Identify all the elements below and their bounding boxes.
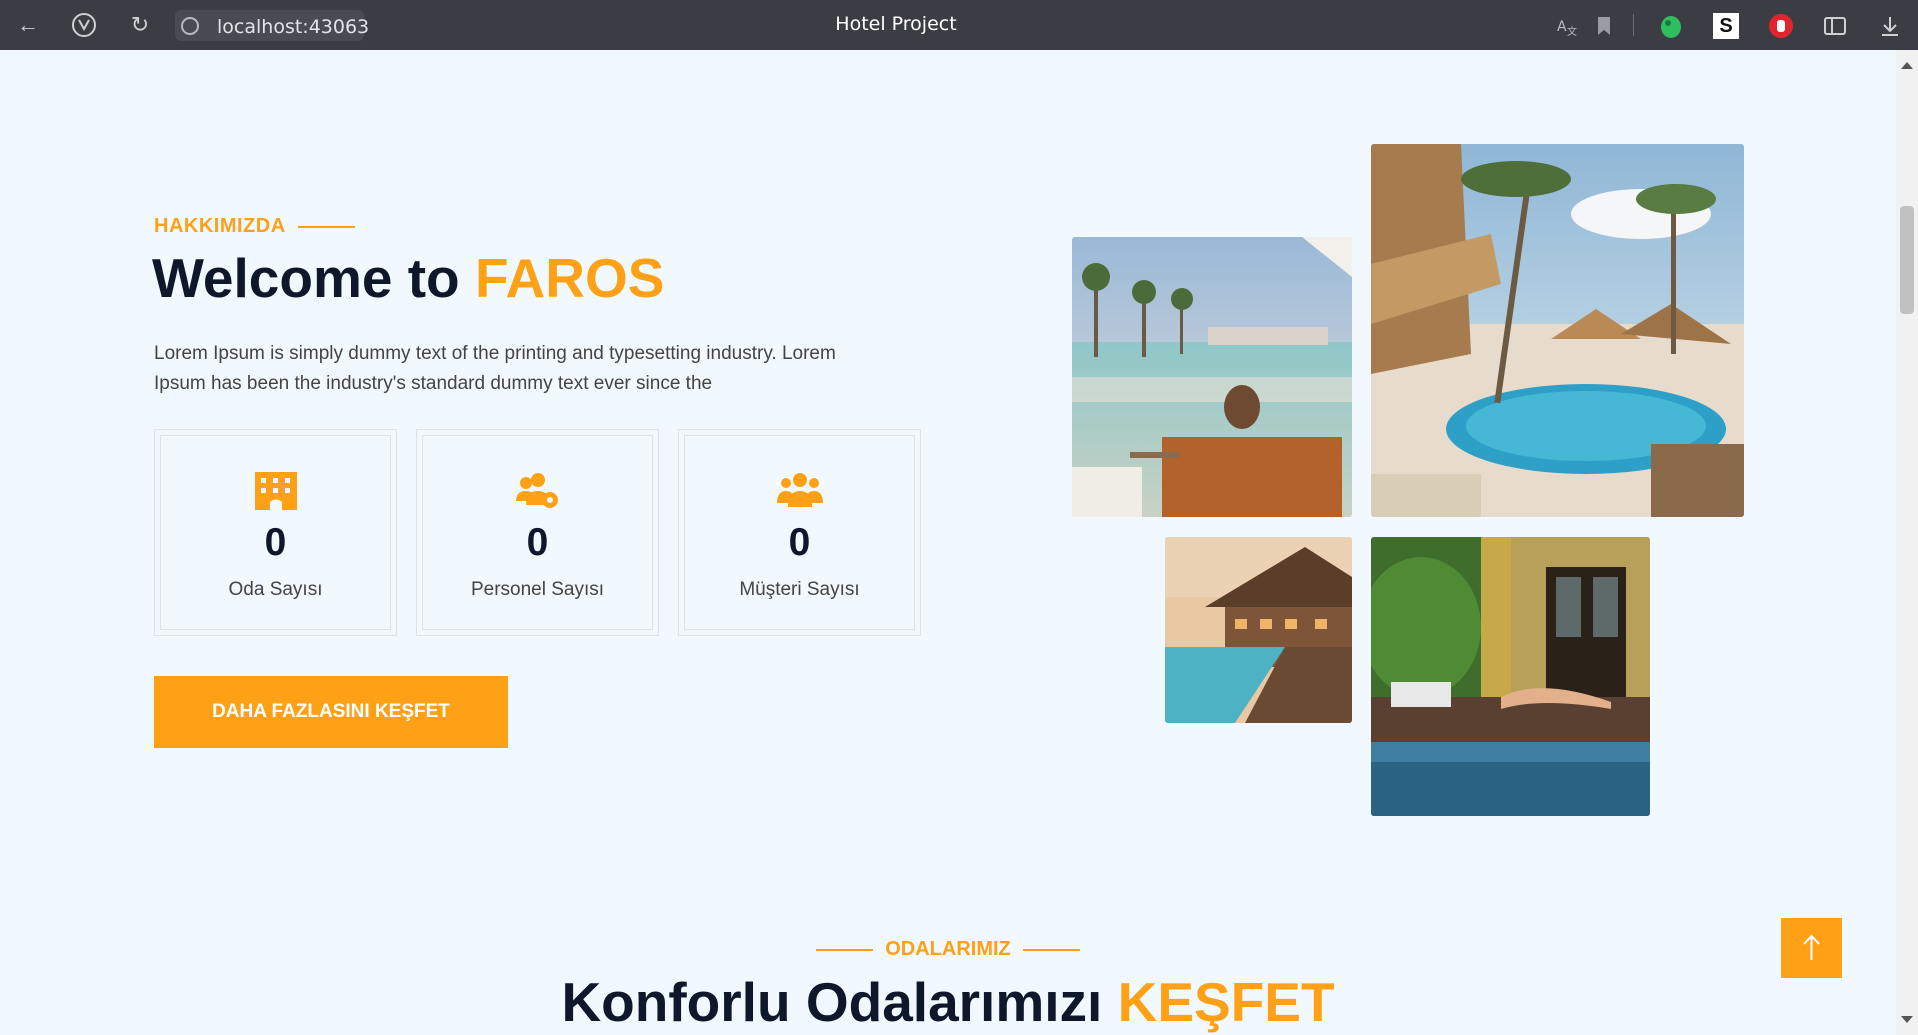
kicker-line-right: [1022, 948, 1080, 951]
users-icon: [776, 473, 823, 507]
explore-more-button[interactable]: DAHA FAZLASINI KEŞFET: [154, 676, 508, 748]
stat-value: 0: [788, 521, 811, 564]
stat-value: 0: [264, 521, 287, 564]
arrow-up-icon: [1803, 934, 1820, 960]
stat-label: Oda Sayısı: [228, 579, 323, 600]
about-title-accent: FAROS: [474, 247, 665, 309]
stat-card-customers: 0 Müşteri Sayısı: [678, 429, 921, 636]
rooms-kicker-label: ODALARIMIZ: [885, 938, 1011, 960]
rooms-title-accent: KEŞFET: [1117, 971, 1335, 1033]
hotel-icon: [254, 472, 297, 510]
about-kicker: HAKKIMIZDA: [154, 215, 355, 238]
rooms-title-prefix: Konforlu Odalarımızı: [561, 971, 1103, 1033]
browser-toolbar: ← ↻ localhost:43063 Hotel Project A文 S: [0, 0, 1918, 50]
evernote-icon[interactable]: [1658, 13, 1684, 39]
pool-deck-photo: [1072, 237, 1352, 517]
tab-title: Hotel Project: [835, 13, 957, 35]
stat-value: 0: [526, 521, 549, 564]
about-kicker-label: HAKKIMIZDA: [154, 215, 286, 237]
back-to-top-button[interactable]: [1781, 918, 1842, 978]
stat-label: Müşteri Sayısı: [739, 579, 860, 600]
toolbar-separator: [1633, 14, 1634, 36]
scroll-thumb[interactable]: [1900, 206, 1914, 314]
stat-card-rooms: 0 Oda Sayısı: [154, 429, 397, 636]
stop-hand-icon[interactable]: [1768, 13, 1794, 39]
scroll-up-arrow[interactable]: [1901, 62, 1913, 69]
users-cog-icon: [515, 473, 558, 508]
about-title: Welcome to FAROS: [152, 246, 664, 310]
tropical-resort-photo: [1371, 144, 1744, 517]
kicker-line: [297, 225, 355, 228]
download-icon[interactable]: [1877, 13, 1903, 39]
kicker-line-left: [816, 948, 874, 951]
poolside-restaurant-photo: [1165, 537, 1352, 723]
s-extension-icon[interactable]: S: [1713, 13, 1739, 39]
translate-icon[interactable]: A文: [1555, 13, 1581, 39]
scroll-down-arrow[interactable]: [1901, 1016, 1913, 1023]
page-scrollbar[interactable]: [1896, 50, 1918, 1035]
about-description: Lorem Ipsum is simply dummy text of the …: [154, 343, 836, 394]
stat-label: Personel Sayısı: [470, 579, 605, 600]
svg-text:文: 文: [1567, 25, 1577, 38]
rooms-kicker: ODALARIMIZ: [0, 938, 1896, 961]
stat-card-staff: 0 Personel Sayısı: [416, 429, 659, 636]
rooms-title: Konforlu Odalarımızı KEŞFET: [0, 970, 1896, 1034]
sidebar-icon[interactable]: [1822, 13, 1848, 39]
svg-text:A: A: [1557, 19, 1567, 35]
sunbather-photo: [1371, 537, 1650, 816]
bookmark-icon[interactable]: [1591, 13, 1617, 39]
about-title-prefix: Welcome to: [152, 247, 460, 309]
